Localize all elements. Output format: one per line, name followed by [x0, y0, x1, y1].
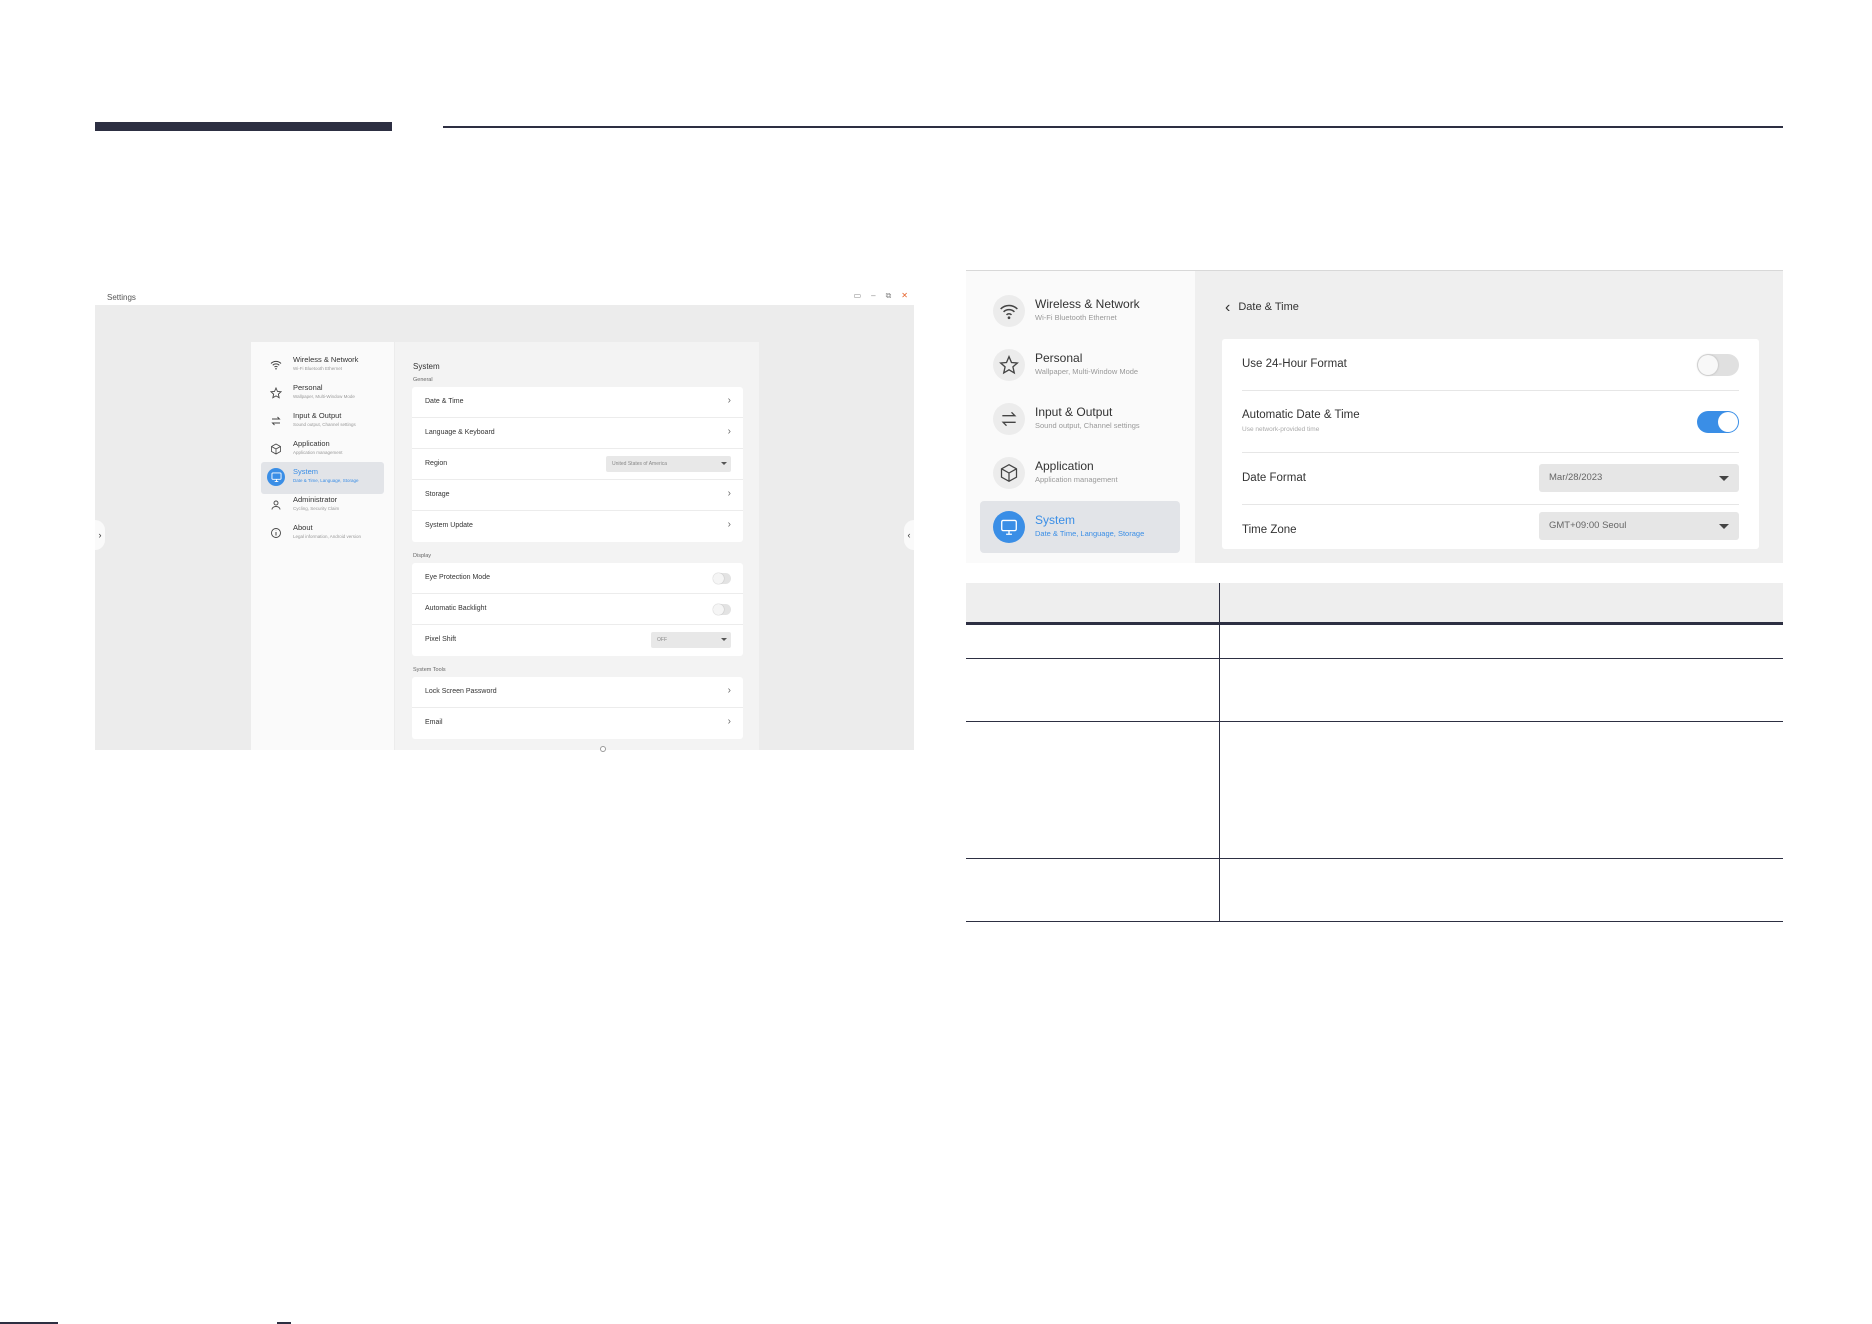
row-lock-screen-password[interactable]: Lock Screen Password › — [412, 677, 743, 708]
wifi-icon — [993, 295, 1025, 327]
page-title: System — [413, 362, 440, 371]
sidebar-item-about[interactable]: About Legal information, Android version — [261, 518, 384, 550]
cube-icon — [993, 457, 1025, 489]
right-edge-arrow[interactable]: ‹ — [904, 520, 914, 550]
time-zone-select[interactable]: GMT+09:00 Seoul — [1539, 512, 1739, 540]
chevron-down-icon — [1719, 476, 1729, 481]
monitor-icon — [267, 468, 285, 486]
date-time-screenshot: Wireless & Network Wi-Fi Bluetooth Ether… — [966, 270, 1783, 563]
page-title: Date & Time — [1238, 301, 1299, 313]
chevron-right-icon: › — [727, 395, 731, 406]
scroll-indicator — [600, 746, 606, 752]
date-format-select[interactable]: Mar/28/2023 — [1539, 464, 1739, 492]
window-title: Settings — [107, 293, 136, 302]
header-rule — [443, 126, 1783, 128]
row-email[interactable]: Email › — [412, 708, 743, 739]
row-pixel-shift: Pixel Shift OFF — [412, 625, 743, 656]
window-controls: ▭ – ⧉ ✕ — [854, 291, 908, 301]
region-select[interactable]: United States of America — [606, 456, 731, 472]
row-date-format: Date Format Mar/28/2023 — [1242, 453, 1739, 505]
row-system-update[interactable]: System Update › — [412, 511, 743, 542]
swap-arrows-icon — [267, 412, 285, 430]
sidebar-item-application[interactable]: Application Application management — [980, 447, 1180, 499]
chevron-down-icon — [1719, 524, 1729, 529]
settings-main-panel: System General Date & Time › Language & K… — [395, 342, 759, 750]
sidebar-item-personal[interactable]: Personal Wallpaper, Multi-Window Mode — [980, 339, 1180, 391]
pixel-shift-select[interactable]: OFF — [651, 632, 731, 648]
row-auto-backlight: Automatic Backlight — [412, 594, 743, 625]
back-button[interactable]: ‹ Date & Time — [1225, 298, 1299, 316]
tools-card: Lock Screen Password › Email › — [412, 677, 743, 739]
table-header-row — [966, 583, 1783, 625]
row-24-hour-format: Use 24-Hour Format — [1242, 339, 1739, 391]
24-hour-toggle[interactable] — [1697, 354, 1739, 376]
row-date-time[interactable]: Date & Time › — [412, 387, 743, 418]
wifi-icon — [267, 356, 285, 374]
options-table — [966, 583, 1783, 922]
table-header-cell — [1219, 583, 1783, 625]
automatic-date-time-toggle[interactable] — [1697, 411, 1739, 433]
table-header-cell — [966, 583, 1220, 625]
date-time-card: Use 24-Hour Format Automatic Date & Time… — [1222, 339, 1759, 549]
general-card: Date & Time › Language & Keyboard › Region… — [412, 387, 743, 542]
display-card: Eye Protection Mode Automatic Backlight … — [412, 563, 743, 656]
manual-page: Settings ▭ – ⧉ ✕ › ‹ Wireless & Network … — [0, 0, 1872, 1324]
sidebar-item-input-output[interactable]: Input & Output Sound output, Channel set… — [980, 393, 1180, 445]
sidebar-item-wireless[interactable]: Wireless & Network Wi-Fi Bluetooth Ether… — [980, 285, 1180, 337]
table-row — [966, 858, 1783, 922]
chevron-right-icon: › — [727, 519, 731, 530]
chevron-down-icon — [721, 462, 727, 465]
monitor-icon — [993, 511, 1025, 543]
table-row — [966, 623, 1783, 659]
sidebar-item-system[interactable]: System Date & Time, Language, Storage — [980, 501, 1180, 553]
date-time-panel: ‹ Date & Time Use 24-Hour Format Automat… — [1195, 271, 1783, 563]
chevron-left-icon: ‹ — [1225, 298, 1231, 316]
header-bar-thick — [95, 122, 392, 131]
row-eye-protection: Eye Protection Mode — [412, 563, 743, 594]
chevron-right-icon: › — [727, 716, 731, 727]
person-icon — [267, 496, 285, 514]
auto-backlight-toggle[interactable] — [713, 604, 731, 615]
row-time-zone: Time Zone GMT+09:00 Seoul — [1242, 505, 1739, 549]
section-display: Display — [413, 553, 432, 559]
restore-icon[interactable]: ⧉ — [886, 291, 892, 301]
info-icon — [267, 524, 285, 542]
window-body: › ‹ Wireless & Network Wi-Fi Bluetooth E… — [95, 305, 914, 752]
chevron-down-icon — [721, 638, 727, 641]
table-row — [966, 721, 1783, 859]
minimize-icon[interactable]: – — [871, 291, 875, 301]
row-storage[interactable]: Storage › — [412, 480, 743, 511]
settings-sidebar: Wireless & Network Wi-Fi Bluetooth Ether… — [251, 342, 394, 750]
chevron-right-icon: › — [727, 426, 731, 437]
swap-arrows-icon — [993, 403, 1025, 435]
eye-protection-toggle[interactable] — [713, 573, 731, 584]
star-icon — [267, 384, 285, 402]
cube-icon — [267, 440, 285, 458]
row-region: Region United States of America — [412, 449, 743, 480]
settings-sidebar: Wireless & Network Wi-Fi Bluetooth Ether… — [966, 271, 1195, 563]
row-automatic-date-time: Automatic Date & Time Use network-provid… — [1242, 391, 1739, 453]
chevron-right-icon: › — [727, 685, 731, 696]
section-system-tools: System Tools — [413, 667, 446, 673]
close-icon[interactable]: ✕ — [901, 291, 908, 301]
left-edge-arrow[interactable]: › — [95, 520, 105, 550]
section-general: General — [413, 377, 433, 383]
settings-window-screenshot: Settings ▭ – ⧉ ✕ › ‹ Wireless & Network … — [95, 287, 914, 752]
row-language-keyboard[interactable]: Language & Keyboard › — [412, 418, 743, 449]
table-row — [966, 658, 1783, 722]
chevron-right-icon: › — [727, 488, 731, 499]
screenshot-icon[interactable]: ▭ — [854, 291, 862, 301]
star-icon — [993, 349, 1025, 381]
